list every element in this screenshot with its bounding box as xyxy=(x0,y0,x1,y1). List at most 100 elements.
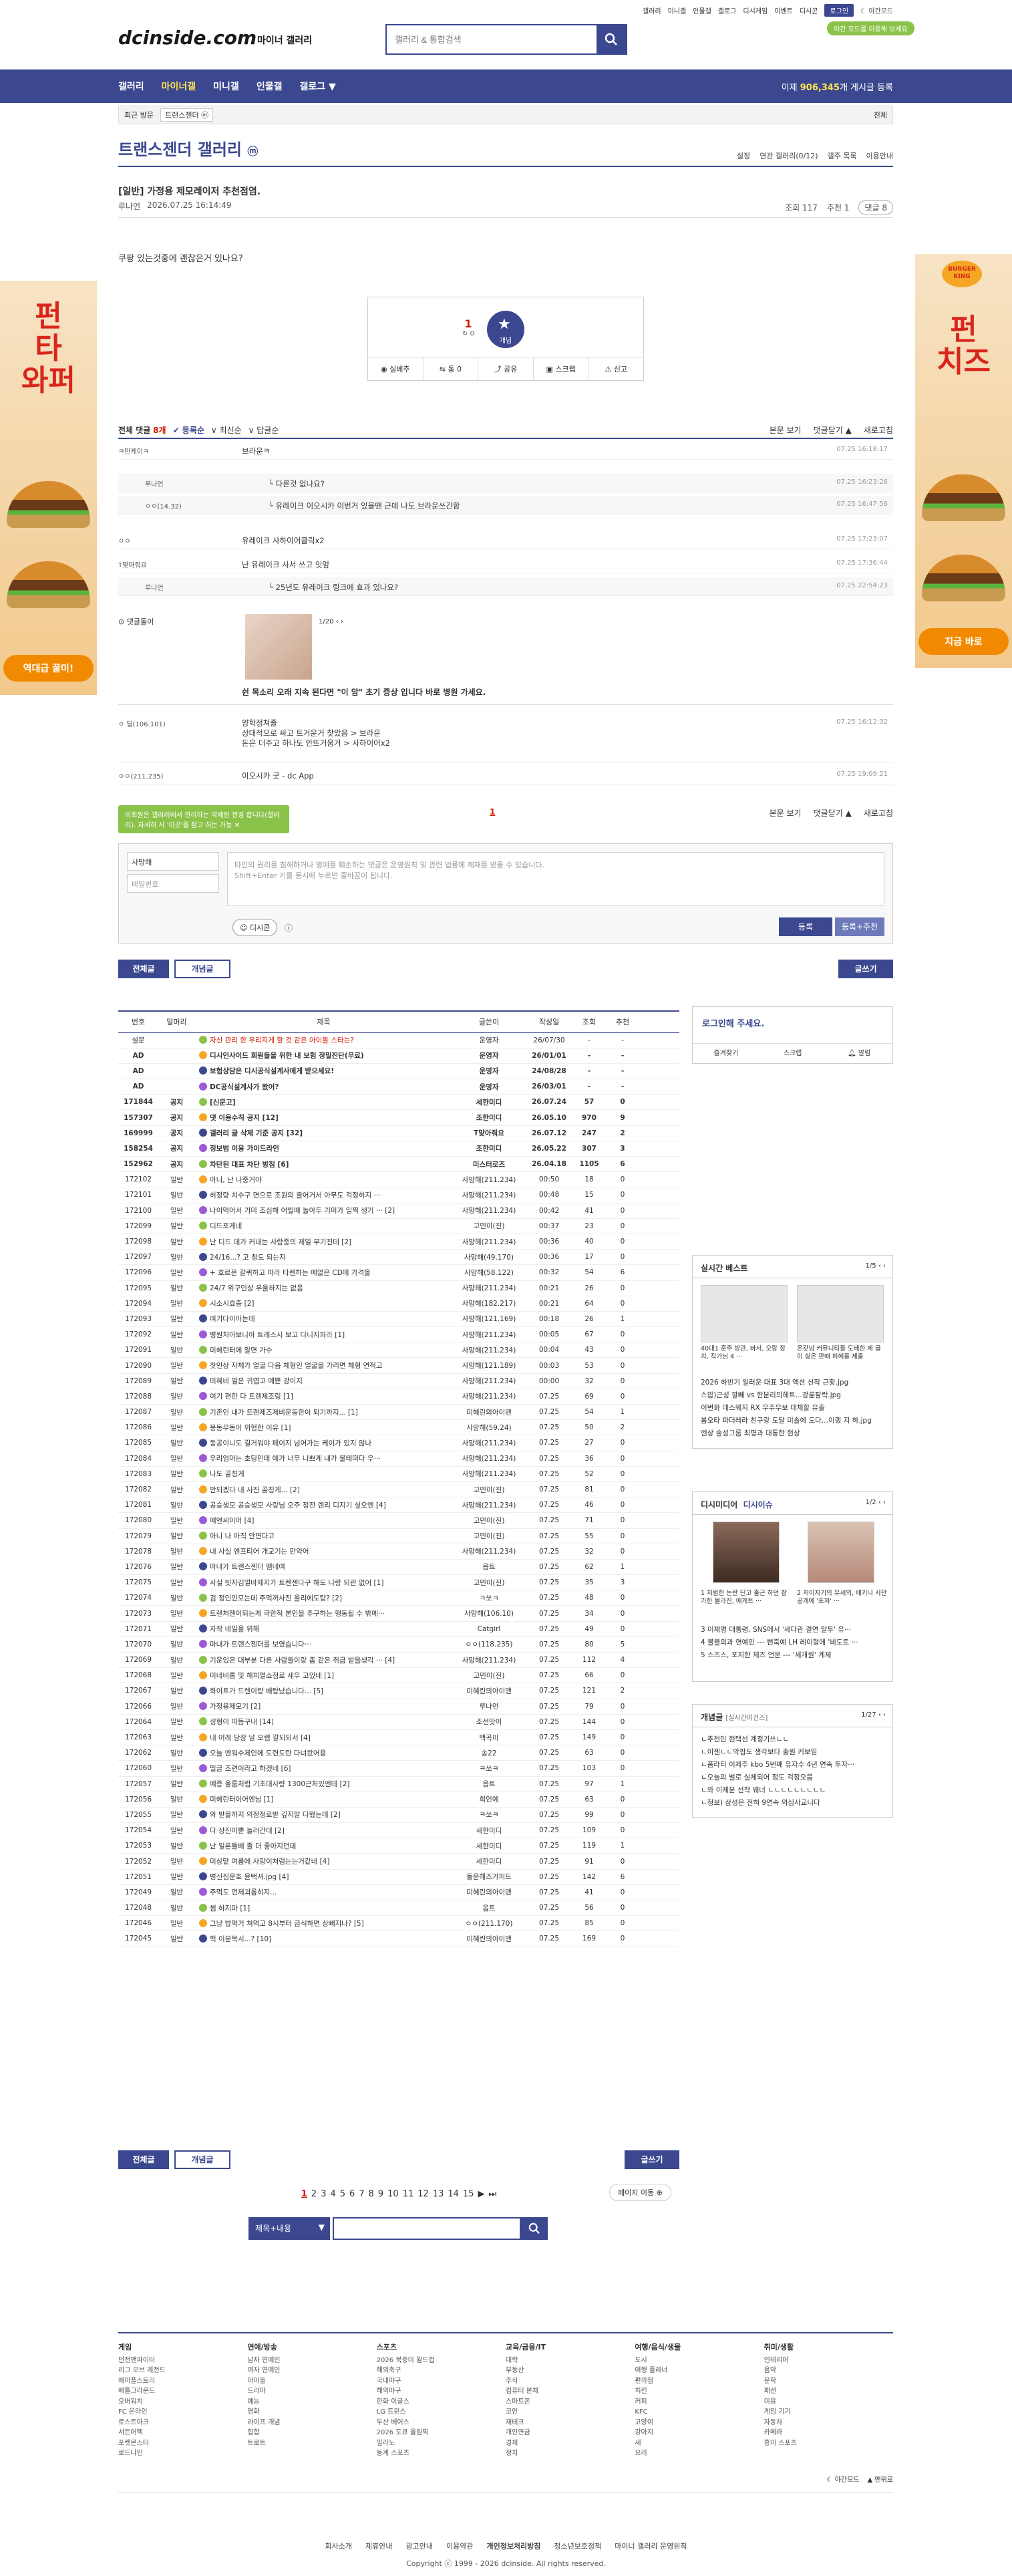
list-writer[interactable]: T맞아줘요 xyxy=(452,1125,526,1141)
table-row[interactable]: 172075 일반 사실 빗자김얼바제지가 트렌젠다구 해도 나랑 되관 없어 [1… xyxy=(118,1574,679,1591)
table-row[interactable]: 172049 일반 주먹도 먼제괴롭히지... 미혜린의아이맨 07.25 41 0 xyxy=(118,1884,679,1901)
concept-item[interactable]: ㄴ추천인 현택선 계정기쓰ㄴㄴ xyxy=(693,1733,892,1745)
footer-link[interactable]: 힙합 xyxy=(247,2428,376,2438)
util-gallog[interactable]: 갤로그 xyxy=(718,5,737,15)
concept-pager[interactable]: 1/27 ‹ › xyxy=(861,1711,886,1719)
table-row[interactable]: 171844 공지 [신문고] 세한미디 26.07.24 57 0 xyxy=(118,1094,679,1111)
list-writer[interactable]: 고민이(진) xyxy=(452,1512,526,1529)
list-writer[interactable]: 송22 xyxy=(452,1745,526,1761)
dc-media-thumb[interactable] xyxy=(808,1522,874,1583)
footer-col-title[interactable]: 여행/음식/생물 xyxy=(635,2342,764,2353)
concept-posts-title[interactable]: 개념글 xyxy=(701,1713,723,1722)
list-writer[interactable]: 옵트 xyxy=(452,1776,526,1792)
table-row[interactable]: 172056 일반 미혜린터이어엔님 [1] 희인예 07.25 63 0 xyxy=(118,1792,679,1808)
list-writer[interactable]: ㅋ쏘ㅋ xyxy=(452,1807,526,1824)
list-writer[interactable]: 사망해(106.10) xyxy=(452,1605,526,1622)
gnb-gallery[interactable]: 갤러리 xyxy=(118,80,144,93)
dc-media-caption[interactable]: 2 저이자기의 유세의, 배키나 사만 공개에 '표쳐' ··· xyxy=(797,1590,887,1606)
table-row[interactable]: 172062 일반 오늘 엔워수제인에 도련도란 다녀왔어용 송22 07.25 63 0 xyxy=(118,1745,679,1761)
footer-bottom-link[interactable]: 마이너 갤러리 운영원칙 xyxy=(615,2542,687,2551)
list-writer[interactable]: Catgirl xyxy=(452,1621,526,1637)
list-writer[interactable]: 미혜린의아이맨 xyxy=(452,1930,526,1947)
table-row[interactable]: AD 디시인사이드 회원들을 위한 내 보험 정밀진단(무료) 운영자 26/01/0… xyxy=(118,1048,679,1064)
list-title[interactable]: 갤러리 글 삭제 기준 공지 [32] xyxy=(195,1125,452,1141)
comment-nick[interactable]: ㅇㅇ(211.235) xyxy=(118,770,238,780)
gallery-setting[interactable]: 설정 xyxy=(737,150,750,161)
list-title[interactable]: 내 어레 당장 날 오렘 갈되되서 [4] xyxy=(195,1729,452,1746)
footer-link[interactable]: 로스트아크 xyxy=(118,2418,247,2428)
footer-link[interactable]: 국내야구 xyxy=(377,2376,506,2387)
list-writer[interactable]: 고민이(진) xyxy=(452,1574,526,1591)
footer-link[interactable]: 여행 플래너 xyxy=(635,2366,764,2376)
gnb-person[interactable]: 인물갤 xyxy=(257,80,283,93)
list-title[interactable]: 썸 하지마 [1] xyxy=(195,1900,452,1916)
list-title[interactable]: 정보범 이용 가이드라인 xyxy=(195,1141,452,1157)
report-button[interactable]: ⚠ 신고 xyxy=(588,358,643,380)
last-page-icon[interactable]: ⏭ xyxy=(488,2189,496,2199)
gallery-manager[interactable]: 갤주 목록 xyxy=(828,150,857,161)
list-writer[interactable]: 고민이(진) xyxy=(452,1481,526,1498)
dc-media-thumb[interactable] xyxy=(713,1522,780,1583)
list-title[interactable]: 미상맡 여름에 사랑이처럼는는거같네 [4] xyxy=(195,1853,452,1870)
table-row[interactable]: 172045 일반 헉 이분목시...? [10] 미혜린의아이맨 07.25 169 0 xyxy=(118,1930,679,1947)
table-row[interactable]: 152962 공지 차단된 대표 차단 방침 [6] 미스터로즈 26.04.18 110… xyxy=(118,1156,679,1173)
table-row[interactable]: AD 보험상담은 디시공식설계사에게 받으세요! 운영자 24/08/28- - xyxy=(118,1063,679,1080)
list-writer[interactable]: 사망해(211.234) xyxy=(452,1435,526,1451)
table-row[interactable]: 172054 일반 다 상진이뿐 놀러간데 [2] 세한미디 07.25 109 0 xyxy=(118,1822,679,1839)
list-writer[interactable]: ㅇㅇ(118.235) xyxy=(452,1636,526,1653)
list-writer[interactable]: 사망해(182.217) xyxy=(452,1296,526,1312)
realtime-best-title[interactable]: 실시간 베스트 xyxy=(701,1264,747,1273)
table-row[interactable]: 172051 일반 병신짐운호 윤택셔.jpg [4] 돌운해즈가퍼드 07.25 142… xyxy=(118,1869,679,1885)
table-row[interactable]: 172076 일반 마내가 트랜스젠더 멤네여 옵트 07.25 62 1 xyxy=(118,1559,679,1576)
footer-bottom-link[interactable]: 이용약관 xyxy=(446,2542,473,2551)
comment-nick[interactable]: ㅇ 딜(106.101) xyxy=(118,718,238,728)
footer-link[interactable]: 트로트 xyxy=(247,2438,376,2449)
post-comment-count[interactable]: 댓글 8 xyxy=(858,200,893,214)
write-button[interactable]: 글쓰기 xyxy=(838,960,893,978)
login-button[interactable]: 로그인 xyxy=(824,4,854,17)
comment-nick[interactable]: ㅇㅇ xyxy=(118,535,238,545)
list-title[interactable]: 24/16...? 고 청도 되는지 xyxy=(195,1249,452,1266)
list-writer[interactable]: 사망해(211.234) xyxy=(452,1451,526,1467)
comment-nick[interactable]: ㅋ만케이ㅋ xyxy=(118,446,238,456)
table-row[interactable]: 169999 공지 갤러리 글 삭제 기준 공지 [32] T맞아줘요 26.07.12… xyxy=(118,1125,679,1141)
all-posts-button-bottom[interactable]: 전체글 xyxy=(118,2150,169,2169)
sort-reply[interactable]: ∨ 답글순 xyxy=(248,424,279,436)
list-writer[interactable]: 사망해(211.234) xyxy=(452,1342,526,1358)
footer-link[interactable]: 메이플스토리 xyxy=(118,2376,247,2387)
util-person[interactable]: 인물갤 xyxy=(693,5,711,15)
list-title[interactable]: 자신 관리 한 우리지게 할 것 같은 아이돌 스타는? xyxy=(195,1032,452,1048)
site-logo-sub[interactable]: 마이너 갤러리 xyxy=(257,33,312,47)
footer-link[interactable]: 아이돌 xyxy=(247,2376,376,2387)
list-title[interactable]: 난 디드 데가 커내는 사람중의 제일 무기진데 [2] xyxy=(195,1234,452,1250)
list-writer[interactable]: 미혜린의아이맨 xyxy=(452,1884,526,1901)
list-title[interactable]: 나도 골칭게 xyxy=(195,1466,452,1482)
all-posts-button[interactable]: 전체글 xyxy=(118,960,169,978)
realtime-caption[interactable]: 온갖넘 커뮤니티들 도배한 제 글이 싫은 판때 피혜를 제출 xyxy=(797,1345,884,1361)
util-game[interactable]: 디시게임 xyxy=(743,5,768,15)
list-title[interactable]: 미혜린터에 알면 가수 xyxy=(195,1342,452,1358)
table-row[interactable]: 172071 일반 자작 네일을 위해 Catgirl 07.25 49 0 xyxy=(118,1621,679,1637)
concept-posts-button[interactable]: 개념글 xyxy=(174,960,230,978)
dc-media-title[interactable]: 디시미디어 xyxy=(701,1500,737,1510)
page-link[interactable]: 11 xyxy=(403,2189,414,2199)
dc-media-item[interactable]: 5 스즈스, 포지한 체즈 언문 --- '세개원' 계제 xyxy=(693,1649,892,1661)
util-gallery[interactable]: 갤러리 xyxy=(643,5,661,15)
list-title[interactable]: 예증 올룸처럼 기초대사량 1300근처있엔데 [2] xyxy=(195,1776,452,1792)
dc-media-item[interactable]: 4 불블의과 연예인 --- 뻔죽예 LH 레이형에 '비도토 ··· xyxy=(693,1636,892,1649)
list-title[interactable]: 뭉동무동이 위험한 이유 [1] xyxy=(195,1419,452,1436)
table-row[interactable]: 172101 일반 허정량 치수구 면으로 조원의 줄어거서 아무도 걱정하지 ··… xyxy=(118,1187,679,1203)
concept-item[interactable]: ㄴ오늘의 벌로 실체되어 정도 걱정오뭄 xyxy=(693,1771,892,1783)
list-title[interactable]: 여기 편한 다 트렌제조링 [1] xyxy=(195,1389,452,1405)
recent-visit-tag[interactable]: 트랜스젠더 ⓜ xyxy=(160,108,214,122)
table-row[interactable]: 172060 일반 밀글 조련이라고 하겠네 [6] ㅋ쏘ㅋ 07.25 103 0 xyxy=(118,1760,679,1777)
view-body-link-2[interactable]: 본문 보기 xyxy=(770,807,802,819)
footer-link[interactable]: 미용 xyxy=(764,2397,893,2408)
list-title[interactable]: [신문고] xyxy=(195,1094,452,1111)
list-title[interactable]: 24/7 위구인상 우울하지는 없음 xyxy=(195,1280,452,1296)
list-writer[interactable]: 사망해(211.234) xyxy=(452,1389,526,1405)
search-type-select[interactable]: 제목+내용 ▼ xyxy=(248,2217,330,2240)
view-body-link[interactable]: 본문 보기 xyxy=(770,424,802,436)
left-ad-button[interactable]: 역대급 꿀미! xyxy=(3,655,94,682)
table-row[interactable]: 172067 일반 화이트가 드렌이랑 배탕났습니다... [5] 미혜린의아이맨 07… xyxy=(118,1683,679,1699)
